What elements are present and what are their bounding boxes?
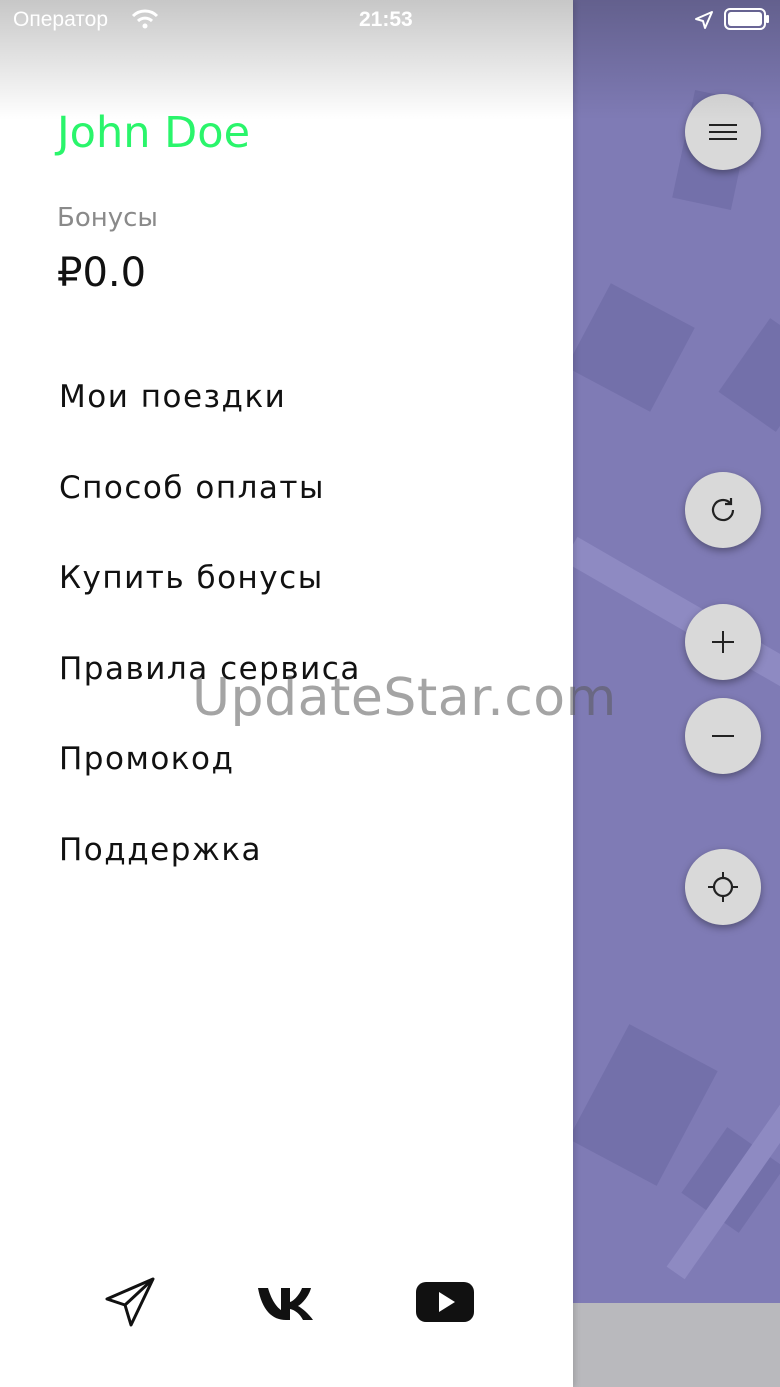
- map-view[interactable]: [573, 0, 780, 1387]
- map-bottom-bar: [573, 1303, 780, 1387]
- zoom-in-button[interactable]: [685, 604, 761, 680]
- wifi-icon: [131, 9, 159, 29]
- menu-item-payment-method[interactable]: Способ оплаты: [59, 463, 361, 554]
- locate-icon: [708, 872, 738, 902]
- refresh-icon: [711, 498, 735, 522]
- youtube-button[interactable]: [414, 1274, 476, 1330]
- youtube-icon: [416, 1282, 474, 1322]
- vk-button[interactable]: [256, 1274, 316, 1330]
- menu-icon: [709, 124, 737, 140]
- map-building: [718, 318, 780, 432]
- menu-item-my-trips[interactable]: Мои поездки: [59, 372, 361, 463]
- map-building: [573, 1024, 718, 1186]
- location-arrow-icon: [695, 11, 713, 29]
- refresh-button[interactable]: [685, 472, 761, 548]
- menu-item-buy-bonuses[interactable]: Купить бонусы: [59, 553, 361, 644]
- menu-item-promo-code[interactable]: Промокод: [59, 734, 361, 825]
- user-name: John Doe: [57, 108, 251, 158]
- zoom-out-icon: [712, 735, 734, 737]
- bonus-value: ₽0.0: [57, 250, 147, 296]
- menu-item-service-rules[interactable]: Правила сервиса: [59, 644, 361, 735]
- bonus-label: Бонусы: [57, 203, 158, 233]
- telegram-button[interactable]: [100, 1274, 160, 1330]
- carrier-label: Оператор: [13, 8, 109, 31]
- drawer-menu: Мои поездки Способ оплаты Купить бонусы …: [59, 372, 361, 915]
- zoom-in-icon: [712, 631, 734, 653]
- battery-icon: [724, 8, 769, 30]
- menu-item-support[interactable]: Поддержка: [59, 825, 361, 916]
- vk-icon: [258, 1288, 313, 1320]
- zoom-out-button[interactable]: [685, 698, 761, 774]
- side-drawer: John Doe Бонусы ₽0.0 Мои поездки Способ …: [0, 0, 573, 1387]
- clock: 21:53: [359, 8, 413, 31]
- telegram-icon: [105, 1277, 155, 1327]
- menu-button[interactable]: [685, 94, 761, 170]
- map-building: [573, 283, 695, 412]
- locate-button[interactable]: [685, 849, 761, 925]
